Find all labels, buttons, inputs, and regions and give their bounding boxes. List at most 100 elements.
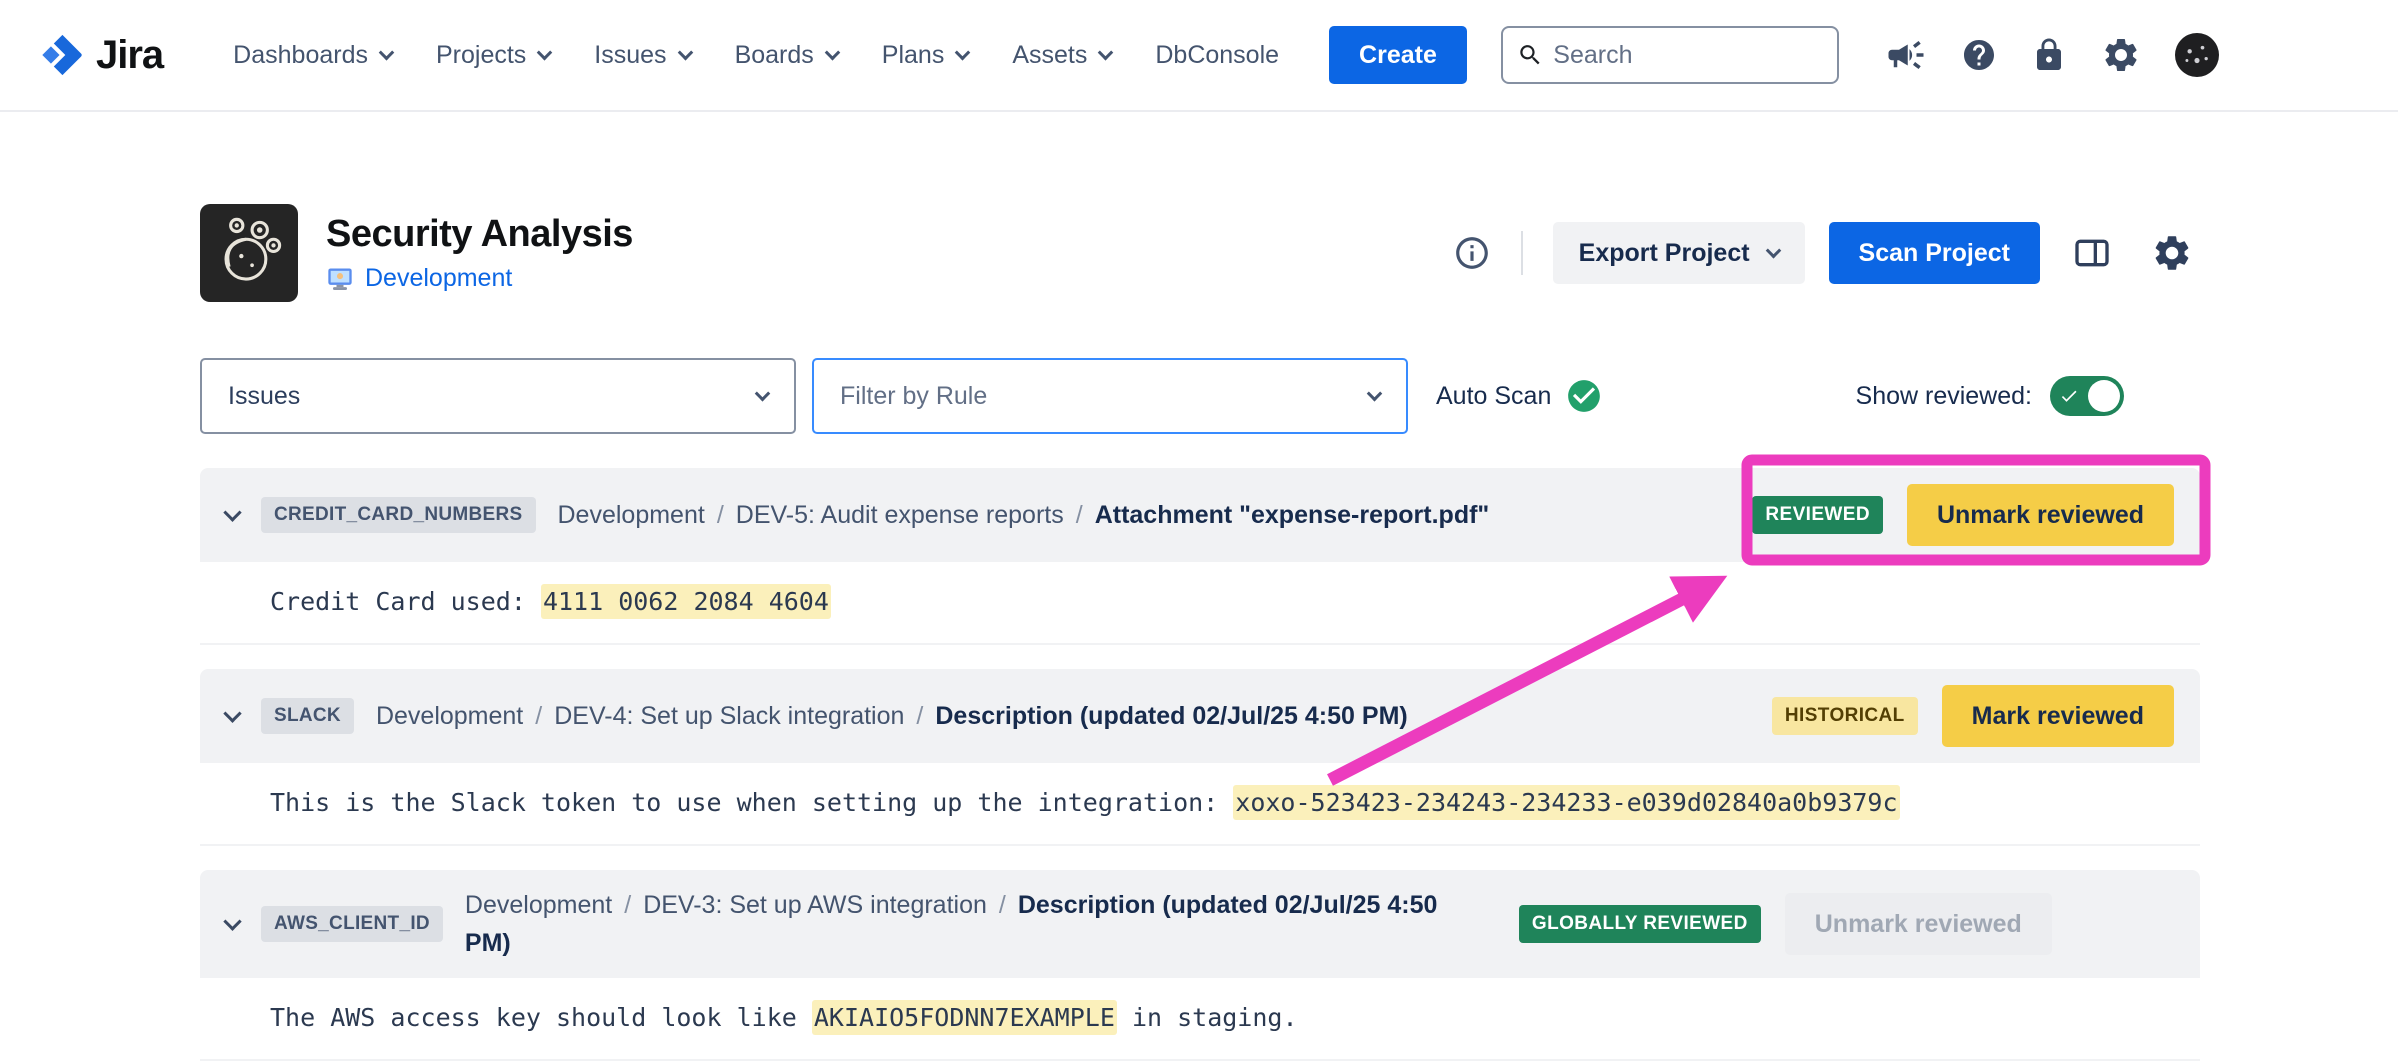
finding-header[interactable]: AWS_CLIENT_ID Development/DEV-3: Set up … (200, 870, 2200, 978)
nav-projects-label: Projects (436, 41, 526, 70)
search-icon (1517, 40, 1543, 70)
nav-dbconsole[interactable]: DbConsole (1155, 41, 1279, 70)
user-avatar[interactable] (2175, 33, 2219, 77)
info-icon[interactable] (1453, 234, 1491, 272)
show-reviewed-toggle[interactable] (2050, 376, 2124, 416)
finding-snippet: The AWS access key should look like AKIA… (200, 978, 2200, 1061)
rule-badge: SLACK (261, 698, 354, 734)
collapse-chevron-icon[interactable] (223, 503, 241, 521)
jira-logo-icon (38, 32, 84, 78)
findings-list: CREDIT_CARD_NUMBERS Development / DEV-5: A… (200, 468, 2200, 1061)
path-separator: / (999, 891, 1006, 919)
chevron-down-icon (1367, 385, 1383, 401)
finding-actions: GLOBALLY REVIEWED Unmark reviewed (1519, 893, 2052, 955)
finding-header[interactable]: SLACK Development / DEV-4: Set up Slack in… (200, 669, 2200, 763)
rule-badge: AWS_CLIENT_ID (261, 906, 443, 942)
finding-card-slack: SLACK Development / DEV-4: Set up Slack in… (200, 669, 2200, 846)
finding-path: Development / DEV-5: Audit expense reports… (558, 496, 1719, 534)
finding-path: Development/DEV-3: Set up AWS integratio… (465, 886, 1485, 962)
path-separator: / (916, 702, 923, 730)
finding-card-credit-card: CREDIT_CARD_NUMBERS Development / DEV-5: A… (200, 468, 2200, 645)
nav-dashboards-label: Dashboards (233, 41, 368, 70)
project-avatar (200, 204, 298, 302)
path-separator: / (717, 501, 724, 529)
nav-dashboards[interactable]: Dashboards (233, 41, 392, 70)
chevron-down-icon (825, 44, 841, 60)
snippet-secret: AKIAIO5FODNN7EXAMPLE (812, 1000, 1117, 1035)
snippet-secret: 4111 0062 2084 4604 (541, 584, 831, 619)
rule-filter-select[interactable]: Filter by Rule (812, 358, 1408, 434)
filters-bar: Issues Filter by Rule Auto Scan Show rev… (200, 358, 2200, 434)
announcements-megaphone-icon[interactable] (1885, 34, 1927, 76)
create-button[interactable]: Create (1329, 26, 1467, 84)
finding-path: Development / DEV-4: Set up Slack integrat… (376, 697, 1738, 735)
top-navigation: Jira Dashboards Projects Issues Boards P… (0, 0, 2398, 112)
breadcrumb: Development (326, 264, 633, 293)
details-panel-button[interactable] (2064, 225, 2120, 281)
nav-plans[interactable]: Plans (882, 41, 969, 70)
chevron-down-icon (379, 44, 395, 60)
path-project: Development (558, 501, 705, 529)
jira-logo[interactable]: Jira (38, 32, 163, 78)
project-page: Security Analysis Development (200, 112, 2200, 1061)
path-separator: / (535, 702, 542, 730)
collapse-chevron-icon[interactable] (223, 912, 241, 930)
check-circle-icon (1565, 377, 1603, 415)
snippet-secret: xoxo-523423-234243-234233-e039d02840a0b9… (1233, 785, 1899, 820)
status-badge: HISTORICAL (1772, 697, 1918, 735)
status-badge: GLOBALLY REVIEWED (1519, 905, 1761, 943)
jira-logo-text: Jira (96, 33, 163, 78)
rule-badge: CREDIT_CARD_NUMBERS (261, 497, 536, 533)
unmark-reviewed-button[interactable]: Unmark reviewed (1785, 893, 2052, 955)
finding-snippet: Credit Card used: 4111 0062 2084 4604 (200, 562, 2200, 645)
path-issue: DEV-4: Set up Slack integration (554, 702, 904, 730)
path-issue: DEV-5: Audit expense reports (736, 501, 1064, 529)
auto-scan-label: Auto Scan (1436, 382, 1551, 411)
nav-projects[interactable]: Projects (436, 41, 550, 70)
nav-dbconsole-label: DbConsole (1155, 41, 1279, 70)
auto-scan-indicator: Auto Scan (1436, 377, 1603, 415)
path-location: Description (updated 02/Jul/25 4:50 PM) (935, 702, 1407, 730)
lock-icon[interactable] (2031, 37, 2067, 73)
project-actions: Export Project Scan Project (1453, 222, 2200, 284)
project-breadcrumb-link[interactable]: Development (365, 264, 512, 293)
chevron-down-icon (955, 44, 971, 60)
scan-project-button[interactable]: Scan Project (1829, 222, 2040, 284)
chevron-down-icon (1765, 242, 1781, 258)
finding-header[interactable]: CREDIT_CARD_NUMBERS Development / DEV-5: A… (200, 468, 2200, 562)
nav-issues[interactable]: Issues (594, 41, 690, 70)
search-box[interactable] (1501, 26, 1839, 84)
show-reviewed-label: Show reviewed: (1856, 382, 2032, 411)
issue-type-value: Issues (228, 382, 300, 411)
board-settings-button[interactable] (2144, 225, 2200, 281)
rule-filter-value: Filter by Rule (840, 382, 987, 411)
collapse-chevron-icon[interactable] (223, 704, 241, 722)
finding-actions: REVIEWED Unmark reviewed (1752, 484, 2174, 546)
export-project-button[interactable]: Export Project (1553, 222, 1805, 284)
chevron-down-icon (677, 44, 693, 60)
page-title: Security Analysis (326, 213, 633, 256)
project-identity: Security Analysis Development (200, 204, 633, 302)
nav-plans-label: Plans (882, 41, 945, 70)
export-project-label: Export Project (1579, 239, 1750, 268)
settings-gear-icon[interactable] (2101, 35, 2141, 75)
show-reviewed-control: Show reviewed: (1856, 376, 2124, 416)
finding-actions: HISTORICAL Mark reviewed (1772, 685, 2174, 747)
development-project-icon (326, 265, 354, 293)
search-input[interactable] (1553, 41, 1823, 70)
help-icon[interactable] (1961, 37, 1997, 73)
finding-snippet: This is the Slack token to use when sett… (200, 763, 2200, 846)
panel-layout-icon (2072, 233, 2112, 273)
nav-boards[interactable]: Boards (735, 41, 838, 70)
issue-type-select[interactable]: Issues (200, 358, 796, 434)
unmark-reviewed-button[interactable]: Unmark reviewed (1907, 484, 2174, 546)
main-menu: Dashboards Projects Issues Boards Plans … (233, 41, 1279, 70)
mark-reviewed-button[interactable]: Mark reviewed (1942, 685, 2174, 747)
path-project: Development (376, 702, 523, 730)
project-titles: Security Analysis Development (326, 213, 633, 293)
snippet-text: The AWS access key should look like (270, 1003, 812, 1032)
snippet-text: Credit Card used: (270, 587, 541, 616)
nav-assets[interactable]: Assets (1012, 41, 1111, 70)
toggle-check-icon (2059, 386, 2079, 406)
snippet-text: in staging. (1117, 1003, 1298, 1032)
